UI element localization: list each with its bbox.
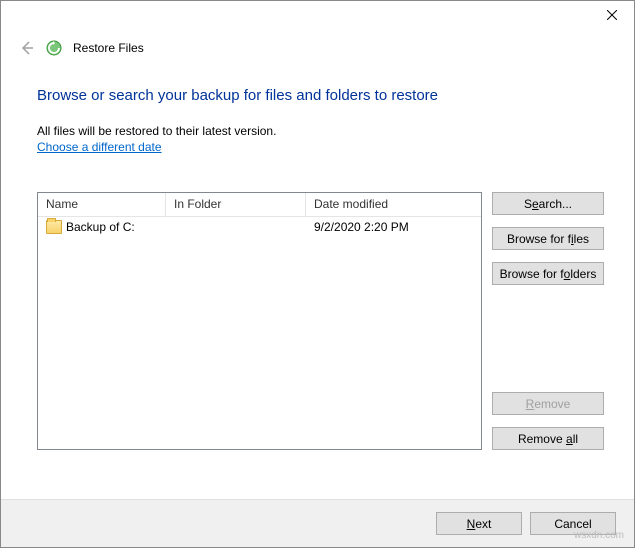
col-name[interactable]: Name [38,193,166,216]
remove-button: Remove [492,392,604,415]
cancel-button[interactable]: Cancel [530,512,616,535]
titlebar [1,1,634,33]
footer: Next Cancel [1,499,634,547]
folder-icon [46,220,62,234]
nav-row: Restore Files [19,39,144,57]
restore-icon [45,39,63,57]
back-button[interactable] [19,40,35,56]
back-arrow-icon [19,40,35,56]
col-date[interactable]: Date modified [306,193,481,216]
instruction-heading: Browse or search your backup for files a… [37,87,604,104]
browse-folders-button[interactable]: Browse for folders [492,262,604,285]
main-row: Name In Folder Date modified Backup of C… [37,192,604,450]
list-header: Name In Folder Date modified [38,193,481,217]
next-button[interactable]: Next [436,512,522,535]
item-date: 9/2/2020 2:20 PM [306,220,481,234]
close-button[interactable] [589,1,634,29]
browse-files-button[interactable]: Browse for files [492,227,604,250]
choose-date-link[interactable]: Choose a different date [37,140,162,154]
close-icon [607,10,617,20]
list-item[interactable]: Backup of C: 9/2/2020 2:20 PM [38,217,481,237]
remove-all-button[interactable]: Remove all [492,427,604,450]
col-folder[interactable]: In Folder [166,193,306,216]
content-area: Browse or search your backup for files a… [37,87,604,450]
subtext: All files will be restored to their late… [37,124,604,138]
wizard-title: Restore Files [73,41,144,55]
file-list[interactable]: Name In Folder Date modified Backup of C… [37,192,482,450]
side-buttons: Search... Browse for files Browse for fo… [492,192,604,450]
search-button[interactable]: Search... [492,192,604,215]
item-name: Backup of C: [66,220,135,234]
